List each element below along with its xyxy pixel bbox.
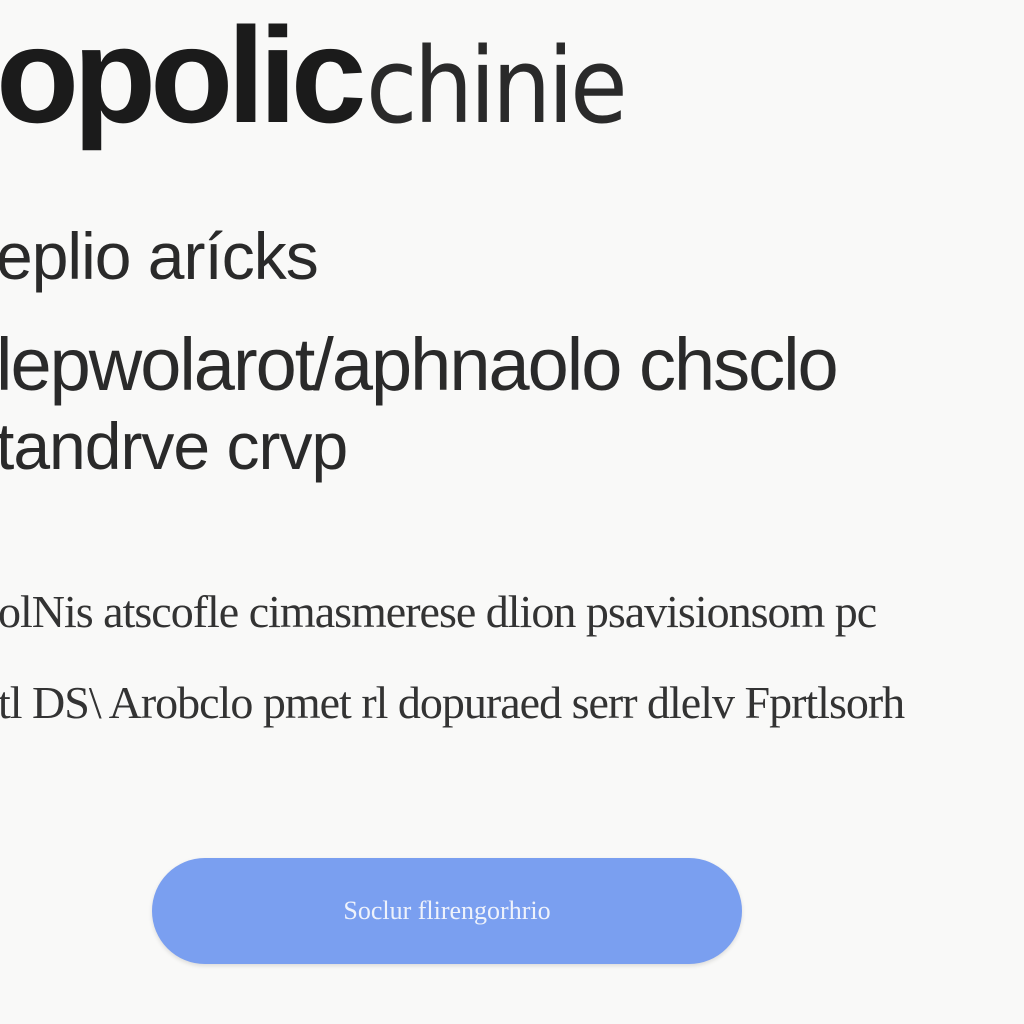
page-title: opolic chinie	[0, 0, 653, 150]
primary-action-label: Soclur flirengorhrio	[343, 896, 551, 925]
description-line-2: tl DS\ Arobclo pmet rl dopuraed serr dle…	[0, 677, 905, 728]
page-title-light: chinie	[366, 25, 628, 147]
subheading-line-1: eplio arícks	[0, 219, 319, 293]
page: opolic chinie eplio arícks lepwolarot/ap…	[0, 0, 1024, 1024]
primary-action-button[interactable]: Soclur flirengorhrio	[152, 858, 742, 964]
description-line-1: olNis atscofle cimasmerese dlion psavisi…	[0, 586, 877, 637]
subheading-line-2: lepwolarot/aphnaolo chsclo	[0, 323, 839, 406]
page-title-bold: opolic	[0, 0, 366, 151]
subheading-line-3: tandrve crvp	[0, 409, 348, 483]
